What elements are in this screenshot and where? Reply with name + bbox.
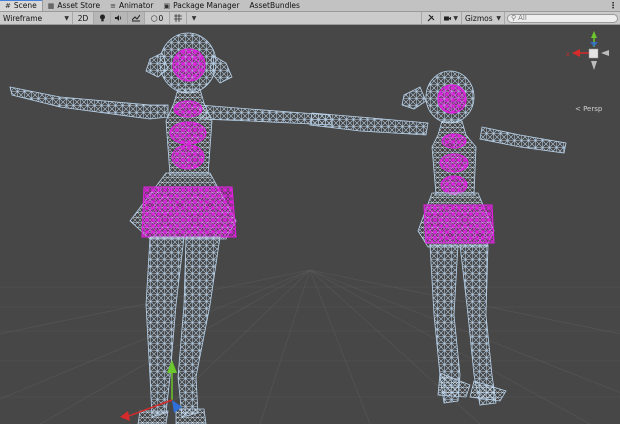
tab-animator[interactable]: ≡ Animator xyxy=(105,0,158,11)
tools-icon[interactable] xyxy=(421,12,441,24)
tab-label: Scene xyxy=(13,1,37,10)
scene-icon: # xyxy=(5,1,11,10)
character-wireframe-right[interactable] xyxy=(309,70,567,406)
speaker-icon[interactable] xyxy=(111,12,128,24)
toggle-2d-label: 2D xyxy=(77,13,89,23)
hidden-objects-toggle[interactable]: ◯ 0 xyxy=(145,12,170,24)
package-icon: ▣ xyxy=(163,1,171,10)
tab-asset-store[interactable]: ▦ Asset Store xyxy=(43,0,105,11)
draw-mode-dropdown[interactable]: Wireframe ▼ xyxy=(0,12,73,24)
scene-toolbar: Wireframe ▼ 2D ◯ 0 ▼ ▼ Gizmos ▼ ⚲ All xyxy=(0,12,620,25)
animator-icon: ≡ xyxy=(110,1,116,10)
projection-toggle[interactable]: < Persp xyxy=(575,105,602,113)
grid-options-dropdown[interactable]: ▼ xyxy=(187,12,199,24)
eye-slash-icon: ◯ xyxy=(150,14,158,22)
lightbulb-icon[interactable] xyxy=(94,12,111,24)
gizmos-label: Gizmos xyxy=(465,13,493,23)
camera-icon[interactable]: ▼ xyxy=(441,12,462,24)
hidden-count: 0 xyxy=(158,13,164,23)
tab-label: Package Manager xyxy=(173,1,240,10)
scene-canvas xyxy=(0,31,620,424)
dropdown-arrow-icon: ▼ xyxy=(64,14,69,22)
grid-toggle-icon[interactable] xyxy=(170,12,187,24)
toggle-2d-button[interactable]: 2D xyxy=(73,12,94,24)
tab-label: Animator xyxy=(118,1,154,10)
axis-x-label: x xyxy=(566,51,570,58)
search-icon: ⚲ xyxy=(511,14,517,22)
window-tab-bar: # Scene ▦ Asset Store ≡ Animator ▣ Packa… xyxy=(0,0,620,12)
dropdown-arrow-icon: ▼ xyxy=(191,14,197,22)
scene-orientation-gizmo[interactable] xyxy=(572,31,609,70)
tab-scene[interactable]: # Scene xyxy=(0,0,43,11)
tab-label: AssetBundles xyxy=(249,1,300,10)
tab-package-manager[interactable]: ▣ Package Manager xyxy=(158,0,244,11)
effects-icon[interactable] xyxy=(128,12,145,24)
more-options-icon[interactable]: ⋮ xyxy=(606,0,620,11)
floor-grid xyxy=(0,269,620,424)
dropdown-arrow-icon: ▼ xyxy=(453,14,458,22)
draw-mode-label: Wireframe xyxy=(3,13,43,23)
gizmos-dropdown[interactable]: Gizmos ▼ xyxy=(462,12,505,24)
tab-asset-bundles[interactable]: AssetBundles xyxy=(244,0,305,11)
scene-viewport[interactable]: x < Persp xyxy=(0,25,620,424)
dropdown-arrow-icon: ▼ xyxy=(496,14,501,22)
store-icon: ▦ xyxy=(47,1,55,10)
search-placeholder: All xyxy=(518,14,527,22)
tab-label: Asset Store xyxy=(57,1,101,10)
search-input[interactable]: ⚲ All xyxy=(507,13,618,23)
